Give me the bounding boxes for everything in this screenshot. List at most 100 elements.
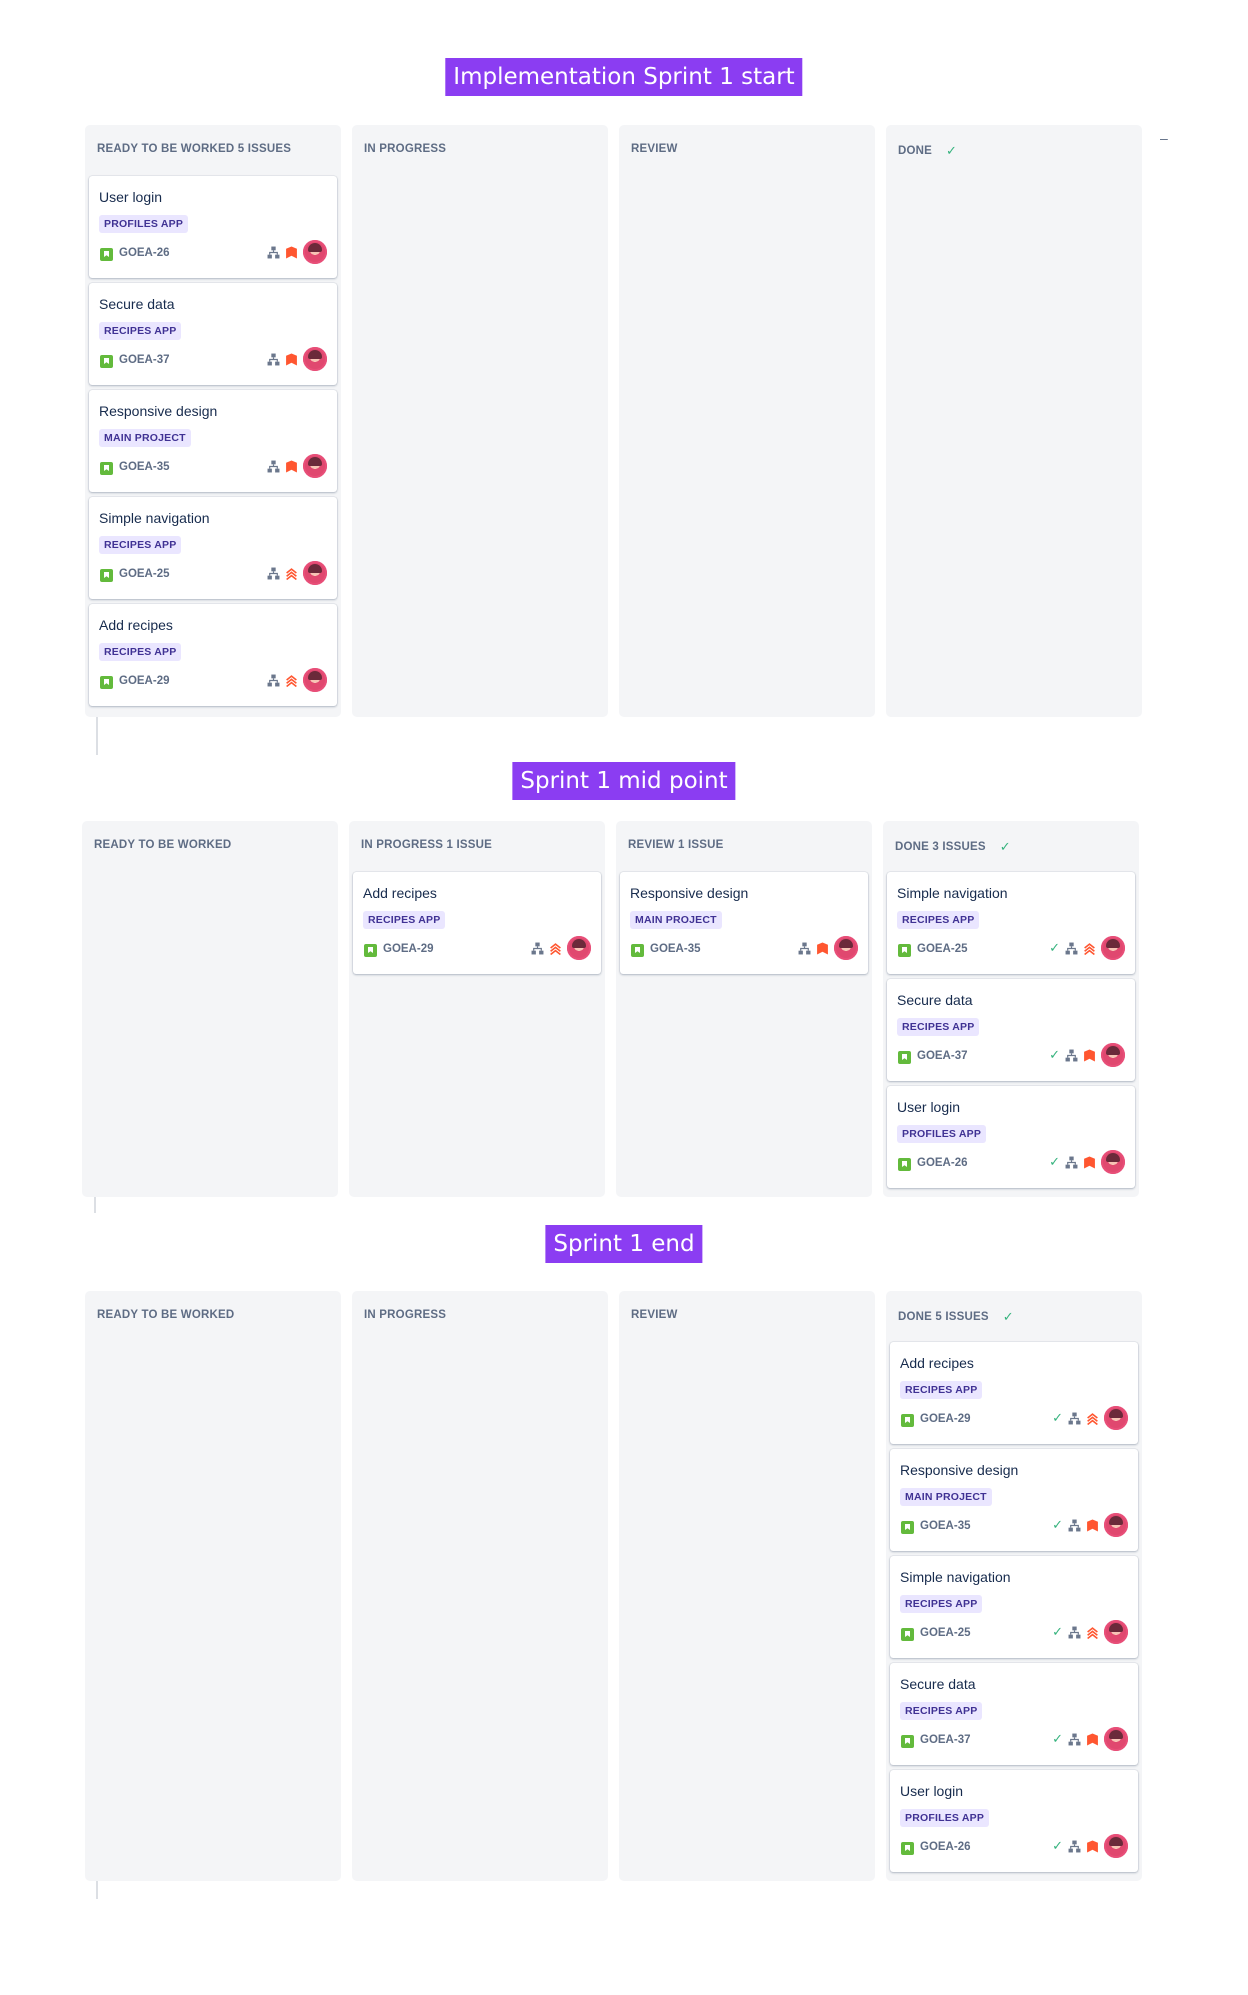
board-column: REVIEW 1 ISSUE Responsive design MAIN PROJ… xyxy=(616,821,872,1197)
issue-card[interactable]: User login PROFILES APP GOEA-26 ✓ xyxy=(890,1770,1138,1872)
epic-label: RECIPES APP xyxy=(99,536,182,554)
card-meta: ✓ xyxy=(1052,1834,1128,1858)
issue-title: User login xyxy=(897,1099,961,1115)
card-meta xyxy=(267,561,327,585)
issue-key[interactable]: GOEA-29 xyxy=(119,675,170,687)
priority-high-icon xyxy=(1087,1519,1098,1531)
subtask-hierarchy-icon xyxy=(1068,1840,1081,1852)
card-meta xyxy=(531,936,591,960)
column-header: REVIEW xyxy=(631,143,865,155)
assignee-avatar[interactable] xyxy=(1101,936,1125,960)
story-icon xyxy=(898,1051,911,1064)
issue-key[interactable]: GOEA-35 xyxy=(119,461,170,473)
issue-key[interactable]: GOEA-37 xyxy=(920,1734,971,1746)
column-header-label: DONE 5 ISSUES xyxy=(898,1311,989,1323)
sprint-banner: Sprint 1 mid point xyxy=(512,762,736,800)
issue-card[interactable]: Add recipes RECIPES APP GOEA-29 xyxy=(89,604,337,706)
assignee-avatar[interactable] xyxy=(303,240,327,264)
priority-high-icon xyxy=(1084,1049,1095,1061)
sprint-banner: Implementation Sprint 1 start xyxy=(445,58,803,96)
issue-key[interactable]: GOEA-35 xyxy=(920,1520,971,1532)
board-column: REVIEW xyxy=(619,125,875,717)
assignee-avatar[interactable] xyxy=(1104,1406,1128,1430)
assignee-avatar[interactable] xyxy=(303,347,327,371)
done-check-icon: ✓ xyxy=(1052,1517,1063,1532)
assignee-avatar[interactable] xyxy=(1104,1834,1128,1858)
issue-card[interactable]: User login PROFILES APP GOEA-26 xyxy=(89,176,337,278)
card-meta: ✓ xyxy=(1052,1727,1128,1751)
issue-key[interactable]: GOEA-26 xyxy=(119,247,170,259)
assignee-avatar[interactable] xyxy=(567,936,591,960)
priority-high-icon xyxy=(1087,1733,1098,1745)
issue-title: Add recipes xyxy=(900,1355,974,1371)
issue-card[interactable]: Responsive design MAIN PROJECT GOEA-35 xyxy=(89,390,337,492)
priority-high-icon xyxy=(286,246,297,258)
issue-key[interactable]: GOEA-25 xyxy=(917,943,968,955)
assignee-avatar[interactable] xyxy=(1104,1620,1128,1644)
assignee-avatar[interactable] xyxy=(303,454,327,478)
issue-key[interactable]: GOEA-26 xyxy=(920,1841,971,1853)
subtask-hierarchy-icon xyxy=(267,353,280,365)
subtask-hierarchy-icon xyxy=(531,942,544,954)
epic-label: RECIPES APP xyxy=(897,911,980,929)
board-column: READY TO BE WORKED xyxy=(82,821,338,1197)
story-icon xyxy=(631,944,644,957)
assignee-avatar[interactable] xyxy=(303,561,327,585)
story-icon xyxy=(901,1842,914,1855)
assignee-avatar[interactable] xyxy=(1104,1727,1128,1751)
issue-key[interactable]: GOEA-26 xyxy=(917,1157,968,1169)
issue-card[interactable]: Add recipes RECIPES APP GOEA-29 xyxy=(353,872,601,974)
epic-label: MAIN PROJECT xyxy=(900,1488,992,1506)
issue-card[interactable]: Simple navigation RECIPES APP GOEA-25 ✓ xyxy=(890,1556,1138,1658)
issue-card[interactable]: Responsive design MAIN PROJECT GOEA-35 xyxy=(620,872,868,974)
board-column: IN PROGRESS 1 ISSUE Add recipes RECIPES AP… xyxy=(349,821,605,1197)
card-meta: ✓ xyxy=(1049,1043,1125,1067)
assignee-avatar[interactable] xyxy=(1104,1513,1128,1537)
issue-card[interactable]: Simple navigation RECIPES APP GOEA-25 ✓ xyxy=(887,872,1135,974)
issue-card[interactable]: Secure data RECIPES APP GOEA-37 xyxy=(89,283,337,385)
assignee-avatar[interactable] xyxy=(1101,1150,1125,1174)
issue-card[interactable]: Add recipes RECIPES APP GOEA-29 ✓ xyxy=(890,1342,1138,1444)
issue-key[interactable]: GOEA-37 xyxy=(917,1050,968,1062)
board-column: DONE 3 ISSUES ✓ Simple navigation RECIPES A… xyxy=(883,821,1139,1197)
epic-label: RECIPES APP xyxy=(363,911,446,929)
issue-card[interactable]: Secure data RECIPES APP GOEA-37 ✓ xyxy=(890,1663,1138,1765)
assignee-avatar[interactable] xyxy=(1101,1043,1125,1067)
issue-title: User login xyxy=(900,1783,964,1799)
issue-card[interactable]: Secure data RECIPES APP GOEA-37 ✓ xyxy=(887,979,1135,1081)
column-header-label: DONE xyxy=(898,145,933,157)
priority-high-icon xyxy=(817,942,828,954)
column-header-label: READY TO BE WORKED xyxy=(94,839,232,851)
column-header-label: IN PROGRESS xyxy=(364,143,447,155)
done-check-icon: ✓ xyxy=(1052,1838,1063,1853)
subtask-hierarchy-icon xyxy=(1068,1519,1081,1531)
epic-label: PROFILES APP xyxy=(99,215,189,233)
issue-card[interactable]: Responsive design MAIN PROJECT GOEA-35 ✓ xyxy=(890,1449,1138,1551)
card-meta: ✓ xyxy=(1052,1406,1128,1430)
column-header: REVIEW xyxy=(631,1309,865,1321)
issue-title: Add recipes xyxy=(363,885,437,901)
column-header-label: REVIEW xyxy=(631,143,678,155)
column-header-label: REVIEW xyxy=(631,1309,678,1321)
board-column: DONE 5 ISSUES ✓ Add recipes RECIPES APP GOEA… xyxy=(886,1291,1142,1881)
issue-card[interactable]: Simple navigation RECIPES APP GOEA-25 xyxy=(89,497,337,599)
issue-key[interactable]: GOEA-37 xyxy=(119,354,170,366)
issue-key[interactable]: GOEA-29 xyxy=(383,943,434,955)
priority-high-icon xyxy=(1084,1156,1095,1168)
priority-high-icon xyxy=(286,460,297,472)
assignee-avatar[interactable] xyxy=(834,936,858,960)
issue-title: Responsive design xyxy=(630,885,749,901)
sprint-banner: Sprint 1 end xyxy=(545,1225,703,1263)
assignee-avatar[interactable] xyxy=(303,668,327,692)
subtask-hierarchy-icon xyxy=(1065,1049,1078,1061)
column-header: DONE ✓ xyxy=(898,143,1132,159)
issue-card[interactable]: User login PROFILES APP GOEA-26 ✓ xyxy=(887,1086,1135,1188)
card-meta: ✓ xyxy=(1052,1513,1128,1537)
issue-key[interactable]: GOEA-25 xyxy=(119,568,170,580)
issue-key[interactable]: GOEA-25 xyxy=(920,1627,971,1639)
issue-key[interactable]: GOEA-29 xyxy=(920,1413,971,1425)
epic-label: PROFILES APP xyxy=(900,1809,990,1827)
column-header: READY TO BE WORKED 5 ISSUES xyxy=(97,143,331,155)
issue-key[interactable]: GOEA-35 xyxy=(650,943,701,955)
issue-title: Add recipes xyxy=(99,617,173,633)
